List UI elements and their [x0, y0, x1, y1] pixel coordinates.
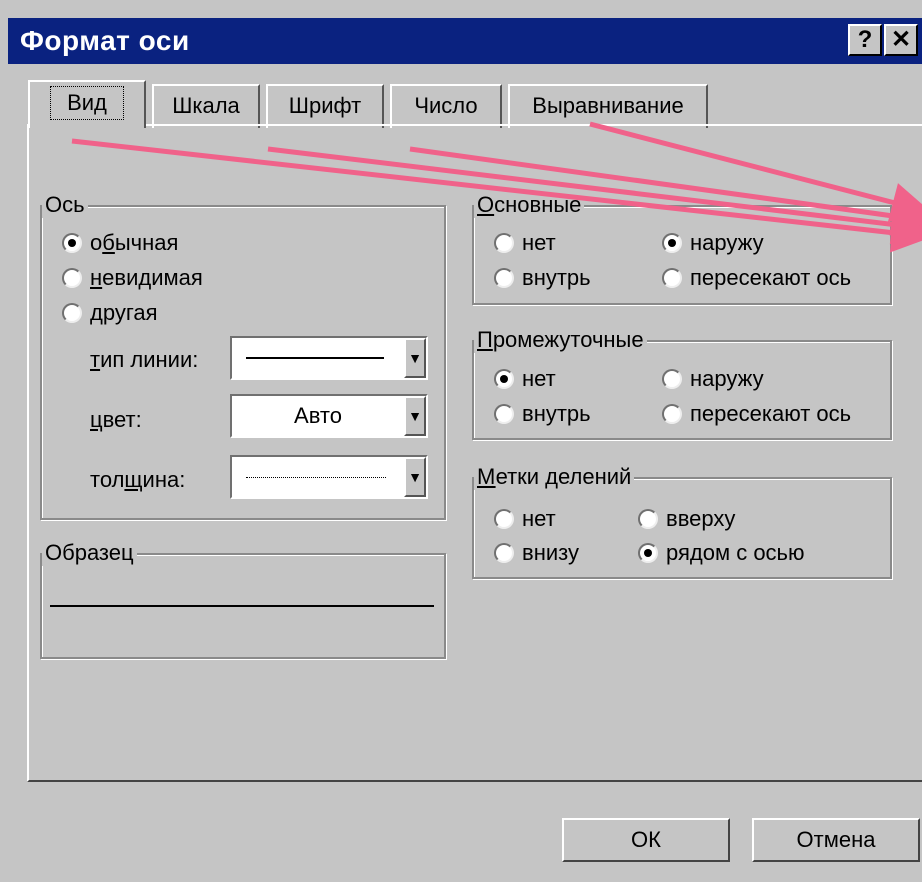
radio-icon	[494, 509, 514, 529]
minor-none-label: нет	[522, 366, 556, 391]
dialog-title: Формат оси	[20, 25, 190, 56]
color-label: цвет:	[90, 407, 142, 432]
radio-icon	[494, 404, 514, 424]
major-none-radio[interactable]: нет	[494, 230, 556, 256]
tab-alignment[interactable]: Выравнивание	[508, 84, 708, 128]
major-inside-radio[interactable]: внутрь	[494, 265, 591, 291]
radio-icon	[638, 509, 658, 529]
sample-line	[50, 605, 434, 607]
minor-outside-radio[interactable]: наружу	[662, 366, 764, 392]
labels-none-radio[interactable]: нет	[494, 506, 556, 532]
tab-scale[interactable]: Шкала	[152, 84, 260, 128]
minor-cross-radio[interactable]: пересекают ось	[662, 401, 851, 427]
minor-ticks-legend: Промежуточные	[474, 327, 647, 353]
format-axis-dialog: Формат оси ? ✕ Вид Шкала Шрифт Число Выр…	[0, 0, 922, 882]
line-type-preview	[246, 357, 384, 359]
tab-font[interactable]: Шрифт	[266, 84, 384, 128]
title-bar[interactable]: Формат оси ? ✕	[8, 18, 922, 64]
radio-selected-icon	[62, 233, 82, 253]
labels-bottom-radio[interactable]: внизу	[494, 540, 579, 566]
line-type-label: тип линии:	[90, 347, 199, 372]
axis-custom-radio[interactable]: другая	[62, 300, 158, 326]
close-button[interactable]: ✕	[884, 24, 918, 56]
major-ticks-legend: Основные	[474, 192, 585, 218]
tab-view[interactable]: Вид	[28, 80, 146, 128]
minor-inside-label: внутрь	[522, 401, 591, 426]
radio-icon	[494, 543, 514, 563]
radio-selected-icon	[662, 233, 682, 253]
minor-cross-label: пересекают ось	[690, 401, 852, 426]
labels-next-to-axis-radio[interactable]: рядом с осью	[638, 540, 805, 566]
labels-none-label: нет	[522, 506, 556, 531]
radio-selected-icon	[638, 543, 658, 563]
tab-number[interactable]: Число	[390, 84, 502, 128]
weight-label: толщина:	[90, 467, 186, 492]
labels-bottom-label: внизу	[522, 540, 579, 565]
major-outside-radio[interactable]: наружу	[662, 230, 764, 256]
axis-normal-radio[interactable]: обычная	[62, 230, 178, 256]
minor-none-radio[interactable]: нет	[494, 366, 556, 392]
radio-icon	[662, 268, 682, 288]
tab-view-label: Вид	[50, 86, 124, 120]
labels-next-to-axis-label: рядом с осью	[666, 540, 805, 565]
radio-icon	[662, 404, 682, 424]
minor-outside-label: наружу	[690, 366, 764, 391]
axis-custom-label: другая	[90, 300, 158, 325]
cancel-button[interactable]: Отмена	[752, 818, 920, 862]
radio-selected-icon	[494, 369, 514, 389]
axis-group-legend: Ось	[42, 192, 88, 218]
radio-icon	[494, 233, 514, 253]
color-combo-value: Авто	[294, 403, 342, 428]
radio-icon	[494, 268, 514, 288]
weight-combo[interactable]: ▼	[230, 455, 428, 499]
help-button[interactable]: ?	[848, 24, 882, 56]
labels-top-label: вверху	[666, 506, 736, 531]
major-none-label: нет	[522, 230, 556, 255]
radio-icon	[62, 303, 82, 323]
major-cross-label: пересекают ось	[690, 265, 852, 290]
color-combo[interactable]: Авто ▼	[230, 394, 428, 438]
axis-invisible-label: невидимая	[90, 265, 203, 290]
labels-top-radio[interactable]: вверху	[638, 506, 735, 532]
ok-button[interactable]: ОК	[562, 818, 730, 862]
sample-group: Образец	[40, 540, 446, 659]
dropdown-arrow-icon[interactable]: ▼	[404, 457, 426, 497]
major-cross-radio[interactable]: пересекают ось	[662, 265, 851, 291]
dropdown-arrow-icon[interactable]: ▼	[404, 338, 426, 378]
tick-labels-legend: Метки делений	[474, 464, 635, 490]
major-inside-label: внутрь	[522, 265, 591, 290]
sample-group-legend: Образец	[42, 540, 137, 566]
radio-icon	[662, 369, 682, 389]
line-type-combo[interactable]: ▼	[230, 336, 428, 380]
minor-inside-radio[interactable]: внутрь	[494, 401, 591, 427]
major-outside-label: наружу	[690, 230, 764, 255]
weight-preview	[246, 477, 386, 478]
dropdown-arrow-icon[interactable]: ▼	[404, 396, 426, 436]
radio-icon	[62, 268, 82, 288]
axis-normal-label: обычная	[90, 230, 179, 255]
axis-invisible-radio[interactable]: невидимая	[62, 265, 203, 291]
